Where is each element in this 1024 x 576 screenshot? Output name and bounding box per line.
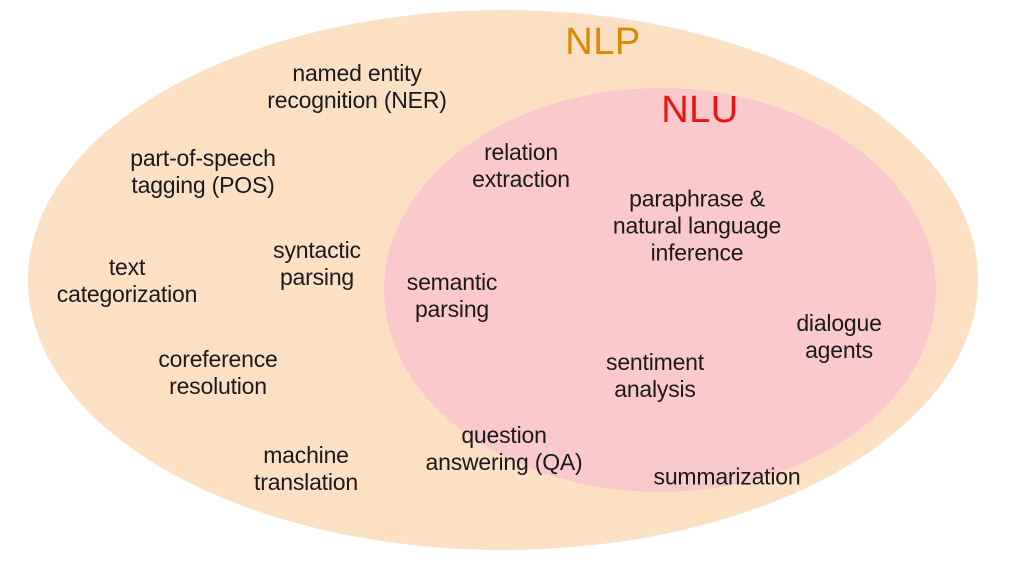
- venn-term: named entity recognition (NER): [267, 59, 447, 113]
- venn-term: sentiment analysis: [606, 348, 704, 402]
- venn-term: dialogue agents: [796, 309, 882, 363]
- venn-term: coreference resolution: [158, 345, 278, 399]
- venn-term: paraphrase & natural language inference: [612, 185, 782, 266]
- venn-diagram-canvas: NLP NLU named entity recognition (NER) par…: [0, 0, 1024, 576]
- venn-term: summarization: [653, 463, 801, 490]
- venn-term: semantic parsing: [406, 268, 498, 322]
- venn-term: question answering (QA): [425, 421, 583, 475]
- set-label-nlu: NLU: [661, 89, 739, 131]
- set-label-nlp: NLP: [565, 21, 641, 63]
- venn-term: relation extraction: [472, 138, 570, 192]
- venn-term: syntactic parsing: [273, 236, 361, 290]
- venn-term: machine translation: [254, 441, 358, 495]
- venn-term: text categorization: [56, 253, 198, 307]
- venn-term: part-of-speech tagging (POS): [130, 144, 276, 198]
